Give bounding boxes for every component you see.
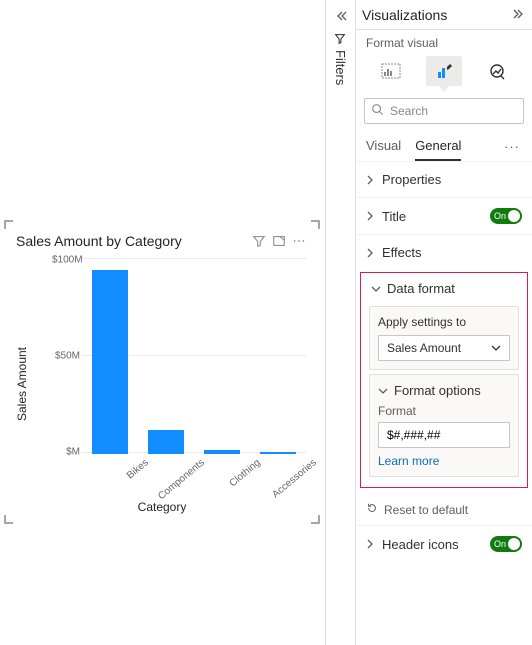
section-label: Properties: [382, 172, 522, 187]
resize-handle-bl[interactable]: [4, 514, 14, 524]
filters-pane-icon: [333, 32, 348, 46]
report-canvas[interactable]: Sales Amount by Category Sales Amount $1…: [0, 0, 326, 645]
format-options-label: Format options: [394, 383, 481, 398]
chart-bar[interactable]: [204, 450, 241, 454]
chevron-right-icon: [366, 539, 378, 549]
pane-title: Visualizations: [362, 7, 512, 23]
format-string-input[interactable]: [378, 422, 510, 448]
reset-label: Reset to default: [384, 503, 468, 517]
focus-mode-icon[interactable]: [270, 232, 288, 250]
section-data-format[interactable]: Data format: [365, 279, 523, 302]
dropdown-value: Sales Amount: [387, 341, 461, 355]
data-format-section-highlight: Data format Apply settings to Sales Amou…: [360, 272, 528, 488]
chevron-right-icon: [366, 211, 378, 221]
learn-more-link[interactable]: Learn more: [378, 454, 510, 468]
title-toggle[interactable]: On: [490, 208, 522, 224]
reset-to-default-button[interactable]: Reset to default: [356, 494, 532, 525]
apply-to-label: Apply settings to: [378, 315, 510, 329]
toggle-label: On: [494, 539, 506, 549]
analytics-tab[interactable]: [479, 56, 515, 86]
resize-handle-tr[interactable]: [310, 220, 320, 230]
reset-icon: [366, 502, 378, 517]
chart-bar[interactable]: [92, 270, 129, 454]
section-label: Data format: [387, 281, 517, 296]
section-label: Header icons: [382, 537, 490, 552]
bar-slot: [250, 258, 306, 454]
header-icons-toggle[interactable]: On: [490, 536, 522, 552]
chart-bar[interactable]: [260, 452, 297, 454]
bar-slot: [82, 258, 138, 454]
bar-slot: [194, 258, 250, 454]
build-visual-tab[interactable]: [373, 56, 409, 86]
search-icon: [371, 103, 384, 119]
more-tabs-icon[interactable]: ···: [502, 139, 522, 154]
toggle-label: On: [494, 211, 506, 221]
section-header-icons[interactable]: Header icons On: [356, 525, 532, 562]
format-field-label: Format: [378, 404, 510, 418]
tab-general[interactable]: General: [415, 132, 461, 161]
search-input[interactable]: Search: [364, 98, 524, 124]
chart-plot: $100M $50M $M: [52, 258, 306, 454]
chart-title: Sales Amount by Category: [16, 233, 248, 249]
y-tick: $50M: [52, 351, 80, 362]
collapse-pane-icon[interactable]: [512, 7, 526, 22]
section-label: Title: [382, 209, 490, 224]
chevron-down-icon: [378, 383, 390, 398]
x-axis-label: Category: [138, 500, 187, 514]
tab-visual[interactable]: Visual: [366, 132, 401, 161]
y-tick: $M: [52, 447, 80, 458]
chart-visual[interactable]: Sales Amount by Category Sales Amount $1…: [6, 222, 318, 522]
filters-pane-collapsed[interactable]: Filters: [326, 0, 356, 645]
resize-handle-tl[interactable]: [4, 220, 14, 230]
y-tick: $100M: [52, 254, 80, 265]
chevron-right-icon: [366, 248, 378, 258]
y-axis-label: Sales Amount: [15, 347, 29, 421]
search-placeholder: Search: [390, 104, 428, 118]
filter-icon[interactable]: [250, 232, 268, 250]
format-options-header[interactable]: Format options: [378, 383, 510, 398]
more-options-icon[interactable]: [290, 232, 308, 250]
visualizations-pane: Visualizations Format visual Search Visu…: [356, 0, 532, 645]
bar-slot: [138, 258, 194, 454]
section-effects[interactable]: Effects: [356, 234, 532, 270]
pane-subtitle: Format visual: [356, 30, 532, 50]
apply-settings-card: Apply settings to Sales Amount: [369, 306, 519, 370]
chevron-right-icon: [366, 175, 378, 185]
expand-filters-icon[interactable]: [334, 6, 348, 26]
apply-to-dropdown[interactable]: Sales Amount: [378, 335, 510, 361]
filters-pane-label: Filters: [333, 50, 348, 85]
format-options-card: Format options Format Learn more: [369, 374, 519, 477]
section-label: Effects: [382, 245, 522, 260]
chevron-down-icon: [491, 341, 501, 355]
chart-bar[interactable]: [148, 430, 185, 454]
format-visual-tab[interactable]: [426, 56, 462, 86]
chevron-down-icon: [371, 285, 383, 293]
section-title[interactable]: Title On: [356, 197, 532, 234]
resize-handle-br[interactable]: [310, 514, 320, 524]
section-properties[interactable]: Properties: [356, 161, 532, 197]
